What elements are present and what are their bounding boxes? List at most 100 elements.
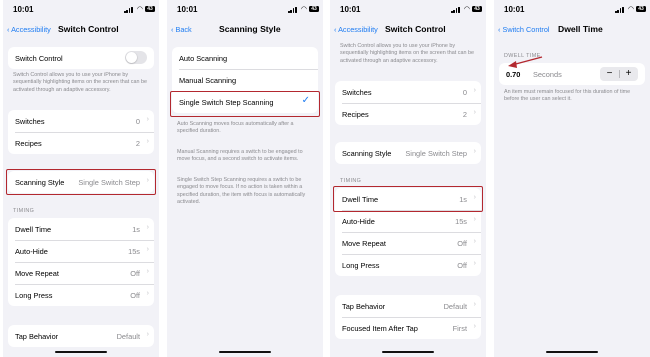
- switches-row[interactable]: Switches 0 ›: [335, 81, 481, 103]
- row-label: Auto-Hide: [342, 217, 375, 226]
- auto-hide-row[interactable]: Auto-Hide 15s ›: [8, 240, 154, 262]
- page-title: Switch Control: [58, 24, 119, 34]
- row-value: Default: [116, 332, 140, 341]
- focused-item-after-tap-row[interactable]: Focused Item After Tap First ›: [335, 317, 481, 339]
- tap-behavior-row[interactable]: Tap Behavior Default ›: [335, 295, 481, 317]
- chevron-right-icon: ›: [146, 268, 149, 275]
- option-auto-scanning[interactable]: Auto Scanning: [172, 47, 318, 69]
- panel-scanning-style: 10:01 ◠ 43 ‹ Back Scanning Style Auto Sc…: [167, 0, 323, 357]
- dwell-time-row[interactable]: Dwell Time 1s ›: [8, 218, 154, 240]
- recipes-row[interactable]: Recipes 2 ›: [335, 103, 481, 125]
- switches-row[interactable]: Switches 0 ›: [8, 110, 154, 132]
- row-value: 2: [462, 110, 467, 119]
- signal-icon: [288, 7, 297, 13]
- switch-control-toggle[interactable]: [125, 51, 147, 64]
- row-label: Focused Item After Tap: [342, 324, 418, 333]
- switch-control-note: Switch Control allows you to use your iP…: [340, 43, 474, 64]
- battery-icon: 43: [309, 6, 319, 12]
- option-manual-scanning[interactable]: Manual Scanning: [172, 69, 318, 91]
- chevron-right-icon: ›: [473, 87, 476, 94]
- nav-bar: ‹ Accessibility Switch Control: [330, 22, 486, 38]
- row-label: Dwell Time: [15, 225, 52, 234]
- nav-bar: ‹ Accessibility Switch Control: [3, 22, 159, 38]
- dwell-time-group: 0.70 Seconds − +: [499, 63, 645, 85]
- panel-switch-control: 10:01 ◠ 43 ‹ Accessibility Switch Contro…: [3, 0, 159, 357]
- status-bar: 10:01 ◠ 43: [3, 5, 159, 17]
- row-label: Move Repeat: [15, 269, 59, 278]
- back-button[interactable]: ‹ Back: [171, 25, 192, 34]
- auto-hide-row[interactable]: Auto-Hide 15s ›: [335, 210, 481, 232]
- move-repeat-row[interactable]: Move Repeat Off ›: [335, 232, 481, 254]
- switches-group: Switches 0 › Recipes 2 ›: [335, 81, 481, 125]
- single-switch-note: Single Switch Step Scanning requires a s…: [177, 177, 306, 206]
- row-value: 0: [135, 117, 140, 126]
- dwell-time-header: DWELL TIME: [504, 53, 541, 59]
- option-label: Auto Scanning: [179, 54, 228, 63]
- chevron-right-icon: ›: [146, 246, 149, 253]
- home-indicator: [546, 350, 598, 353]
- row-label: Auto-Hide: [15, 247, 48, 256]
- plus-icon[interactable]: +: [619, 67, 638, 81]
- row-label: Recipes: [15, 139, 42, 148]
- home-indicator: [382, 350, 434, 353]
- switches-group: Switches 0 › Recipes 2 ›: [8, 110, 154, 154]
- chevron-right-icon: ›: [146, 138, 149, 145]
- panel-switch-control-scrolled: 10:01 ◠ 43 ‹ Accessibility Switch Contro…: [330, 0, 486, 357]
- row-label: Switches: [342, 88, 372, 97]
- back-button[interactable]: ‹ Accessibility: [7, 25, 51, 34]
- chevron-right-icon: ›: [473, 238, 476, 245]
- tap-behavior-row[interactable]: Tap Behavior Default ›: [8, 325, 154, 347]
- row-value: Off: [457, 239, 467, 248]
- chevron-right-icon: ›: [473, 109, 476, 116]
- wifi-icon: ◠: [463, 6, 470, 13]
- switch-control-label: Switch Control: [15, 54, 63, 63]
- recipes-row[interactable]: Recipes 2 ›: [8, 132, 154, 154]
- move-repeat-row[interactable]: Move Repeat Off ›: [8, 262, 154, 284]
- wifi-icon: ◠: [627, 6, 634, 13]
- row-value: Single Switch Step: [405, 149, 467, 158]
- row-label: Long Press: [342, 261, 380, 270]
- status-time: 10:01: [13, 5, 34, 14]
- row-label: Tap Behavior: [342, 302, 386, 311]
- nav-bar: ‹ Switch Control Dwell Time: [494, 22, 650, 38]
- manual-scanning-note: Manual Scanning requires a switch to be …: [177, 149, 303, 163]
- battery-icon: 43: [472, 6, 482, 12]
- long-press-row[interactable]: Long Press Off ›: [8, 284, 154, 306]
- switch-control-row: Switch Control: [8, 47, 154, 69]
- home-indicator: [55, 350, 107, 353]
- highlight-box: [333, 186, 483, 212]
- long-press-row[interactable]: Long Press Off ›: [335, 254, 481, 276]
- minus-icon[interactable]: −: [600, 67, 619, 81]
- highlight-box: [170, 91, 320, 117]
- wifi-icon: ◠: [300, 6, 307, 13]
- battery-icon: 43: [145, 6, 155, 12]
- row-label: Scanning Style: [342, 149, 392, 158]
- page-title: Switch Control: [385, 24, 446, 34]
- chevron-right-icon: ›: [473, 260, 476, 267]
- panel-dwell-time: 10:01 ◠ 43 ‹ Switch Control Dwell Time D…: [494, 0, 650, 357]
- row-value: First: [452, 324, 467, 333]
- status-bar: 10:01 ◠ 43: [330, 5, 486, 17]
- chevron-right-icon: ›: [473, 148, 476, 155]
- signal-icon: [124, 7, 133, 13]
- row-value: Off: [130, 291, 140, 300]
- dwell-time-note: An item must remain focused for this dur…: [504, 89, 631, 103]
- page-title: Scanning Style: [219, 24, 281, 34]
- dwell-time-stepper-row: 0.70 Seconds − +: [499, 63, 645, 85]
- back-button[interactable]: ‹ Switch Control: [498, 25, 550, 34]
- row-label: Long Press: [15, 291, 53, 300]
- status-bar: 10:01 ◠ 43: [494, 5, 650, 17]
- chevron-right-icon: ›: [473, 301, 476, 308]
- row-value: 2: [135, 139, 140, 148]
- switch-control-group: Switch Control: [8, 47, 154, 69]
- chevron-right-icon: ›: [146, 331, 149, 338]
- chevron-right-icon: ›: [146, 290, 149, 297]
- row-value: 15s: [455, 217, 467, 226]
- status-bar: 10:01 ◠ 43: [167, 5, 323, 17]
- status-time: 10:01: [504, 5, 525, 14]
- dwell-time-unit: Seconds: [533, 70, 562, 79]
- back-button[interactable]: ‹ Accessibility: [334, 25, 378, 34]
- scanning-style-row[interactable]: Scanning Style Single Switch Step ›: [335, 142, 481, 164]
- auto-scanning-note: Auto Scanning moves focus automatically …: [177, 121, 294, 135]
- nav-bar: ‹ Back Scanning Style: [167, 22, 323, 38]
